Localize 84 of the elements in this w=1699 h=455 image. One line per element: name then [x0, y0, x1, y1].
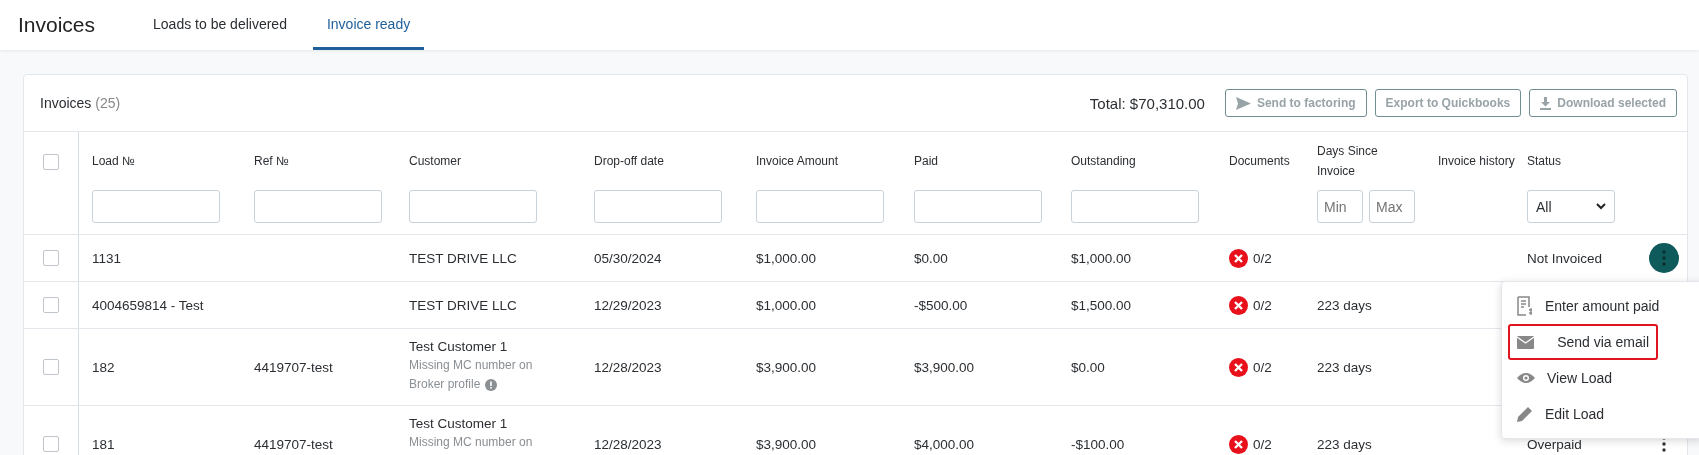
- select-all-checkbox[interactable]: [43, 154, 59, 170]
- table-cell: 223 days: [1317, 359, 1372, 375]
- status-text: Overpaid: [1527, 436, 1582, 452]
- table-cell: 223 days: [1317, 436, 1372, 452]
- error-icon: [1229, 357, 1248, 377]
- documents-count: 0/2: [1253, 359, 1272, 375]
- filter-field[interactable]: [92, 190, 220, 223]
- table-cell-text: Test Customer 1: [409, 415, 509, 433]
- send-icon: [1235, 96, 1251, 110]
- table-cell: -$100.00: [1071, 436, 1125, 452]
- receipt-icon: [1517, 296, 1533, 316]
- column-header: Load №: [92, 153, 135, 170]
- row-checkbox[interactable]: [43, 436, 59, 452]
- table-cell: 1131: [92, 250, 122, 266]
- documents-count: 0/2: [1253, 250, 1272, 266]
- column-header: Ref №: [254, 153, 289, 170]
- row-checkbox[interactable]: [43, 250, 59, 266]
- table-cell: $1,000.00: [756, 250, 817, 266]
- invoice-count: (25): [95, 95, 121, 111]
- table-cell: 182: [92, 359, 115, 375]
- filter-field[interactable]: [594, 190, 722, 223]
- row-checkbox[interactable]: [43, 297, 59, 313]
- table-cell: $0.00: [914, 250, 948, 266]
- column-header: Documents: [1229, 153, 1291, 170]
- table-cell: 181: [92, 436, 115, 452]
- table-cell: 4419707-test: [254, 359, 333, 375]
- table-cell: 223 days: [1317, 297, 1372, 313]
- table-cell-text: Test Customer 1: [409, 338, 509, 356]
- total-amount: Total: $70,310.00: [1089, 94, 1205, 112]
- filter-field[interactable]: [409, 190, 537, 223]
- table-cell: $1,000.00: [756, 297, 817, 313]
- table-cell: 12/29/2023: [594, 297, 662, 313]
- table-cell: $3,900.00: [756, 436, 817, 452]
- page-title: Invoices: [18, 13, 96, 37]
- column-header: Drop-off date: [594, 153, 664, 170]
- filter-field[interactable]: [1071, 190, 1199, 223]
- column-header: Paid: [914, 153, 939, 170]
- dots-icon: [1662, 436, 1666, 452]
- table-cell: 12/28/2023: [594, 436, 662, 452]
- table-cell: $4,000.00: [914, 436, 975, 452]
- table-cell: 12/28/2023: [594, 359, 662, 375]
- table-cell: $3,900.00: [756, 359, 817, 375]
- more-button[interactable]: [1649, 243, 1679, 273]
- documents-count: 0/2: [1253, 436, 1272, 452]
- table-cell-text: TEST DRIVE LLC: [409, 249, 517, 268]
- tab[interactable]: Invoice ready: [312, 0, 425, 50]
- table-cell: -$500.00: [914, 297, 968, 313]
- table-cell: 4004659814 - Test: [92, 297, 204, 313]
- card-title: Invoices: [40, 95, 92, 111]
- download-icon: [1540, 96, 1552, 110]
- filter-field[interactable]: [914, 190, 1042, 223]
- column-header: Invoice history: [1438, 153, 1516, 170]
- filter-field[interactable]: [756, 190, 884, 223]
- warning-note: Missing MC number on: [409, 357, 533, 374]
- column-header: Customer: [409, 153, 461, 170]
- status-select[interactable]: All: [1527, 190, 1615, 223]
- error-icon: [1229, 295, 1248, 315]
- table-cell-text: TEST DRIVE LLC: [409, 296, 517, 315]
- error-icon: [1229, 248, 1248, 268]
- warning-note: Broker profile: [409, 376, 481, 393]
- table-cell: $1,000.00: [1071, 250, 1132, 266]
- table-cell: 05/30/2024: [594, 250, 662, 266]
- documents-count: 0/2: [1253, 297, 1272, 313]
- warning-note: Missing MC number on: [409, 434, 533, 451]
- pencil-icon: [1517, 406, 1533, 422]
- max-field[interactable]: Max: [1369, 190, 1415, 223]
- table-cell: $1,500.00: [1071, 297, 1132, 313]
- status-text: Not Invoiced: [1527, 250, 1603, 266]
- dots-icon: [1662, 250, 1666, 266]
- min-field[interactable]: Min: [1317, 190, 1363, 223]
- table-cell: 4419707-test: [254, 436, 333, 452]
- row-checkbox[interactable]: [43, 359, 59, 375]
- menu-item[interactable]: Send via email: [1508, 324, 1658, 360]
- column-header: Days Since Invoice: [1317, 143, 1379, 180]
- column-header: Status: [1527, 153, 1563, 170]
- mail-icon: [1517, 335, 1534, 349]
- table-cell: $0.00: [1071, 359, 1105, 375]
- eye-icon: [1517, 372, 1535, 384]
- chevron-icon: [1596, 203, 1606, 210]
- column-header: Outstanding: [1071, 153, 1136, 170]
- tab[interactable]: Loads to be delivered: [139, 0, 301, 50]
- table-cell: $3,900.00: [914, 359, 975, 375]
- filter-field[interactable]: [254, 190, 382, 223]
- column-header: Invoice Amount: [756, 153, 839, 170]
